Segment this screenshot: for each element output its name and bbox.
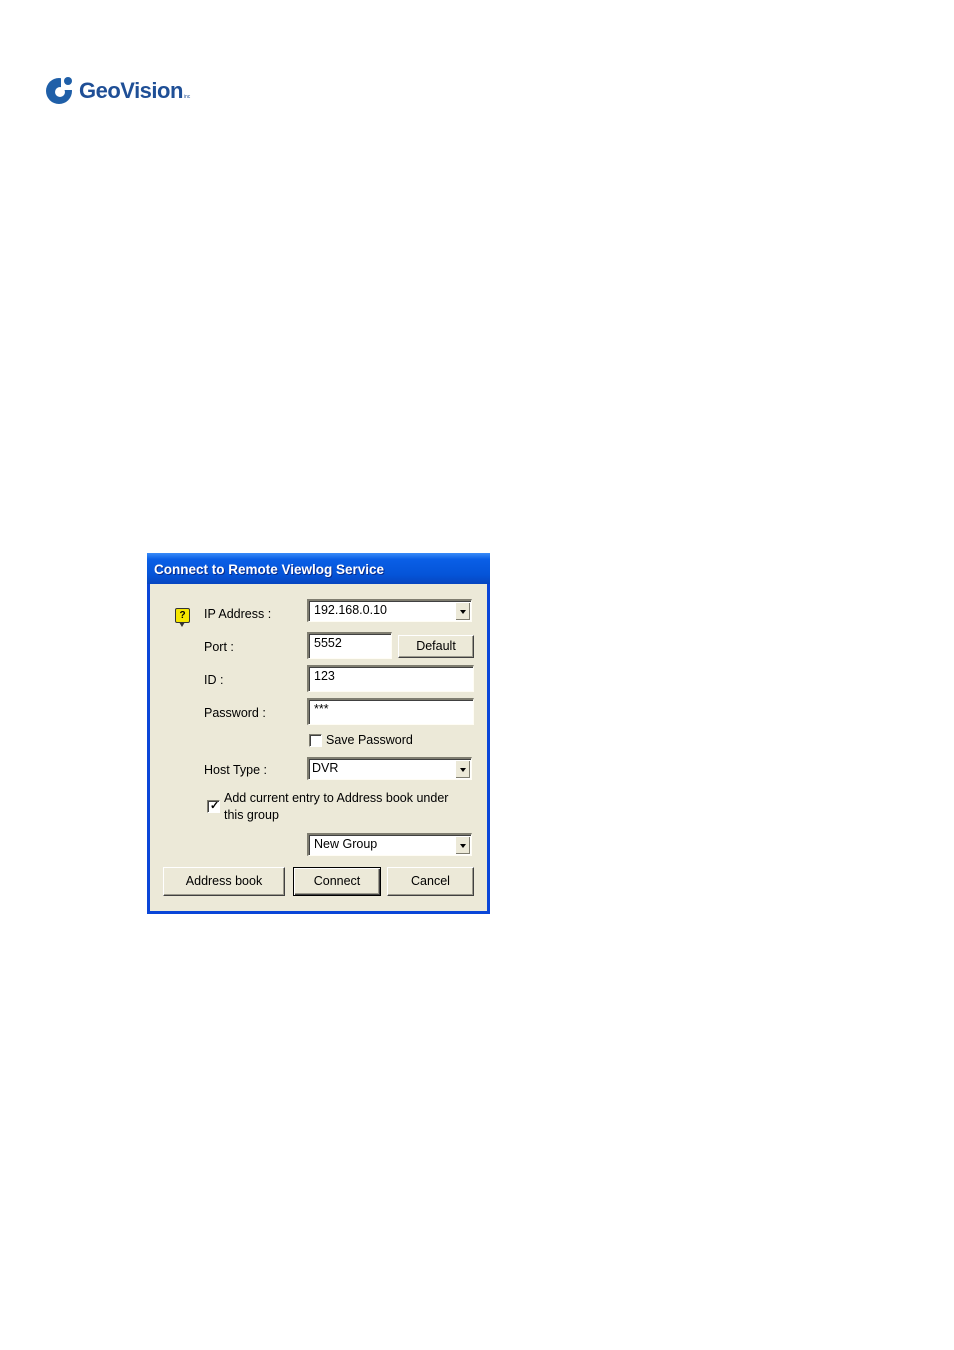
connect-button[interactable]: Connect: [293, 867, 381, 896]
port-value: 5552: [314, 636, 342, 650]
group-value: New Group: [314, 837, 378, 851]
address-book-button[interactable]: Address book: [163, 867, 285, 896]
password-label: Password :: [204, 706, 266, 720]
cancel-button[interactable]: Cancel: [387, 867, 474, 896]
dialog-title-bar[interactable]: Connect to Remote Viewlog Service: [147, 553, 490, 584]
brand-name: GeoVision: [79, 78, 183, 103]
host-type-label: Host Type :: [204, 763, 267, 777]
id-value: 123: [314, 669, 335, 683]
chevron-down-icon[interactable]: [455, 602, 470, 620]
geovision-logo: GeoVision inc: [46, 74, 190, 108]
add-entry-checkbox[interactable]: ✓: [207, 800, 220, 813]
id-field[interactable]: 123: [307, 665, 474, 692]
add-entry-label-line2: this group: [224, 808, 279, 822]
connect-dialog: Connect to Remote Viewlog Service ? IP A…: [147, 553, 490, 914]
help-icon[interactable]: ?: [175, 608, 190, 627]
password-field[interactable]: ***: [307, 698, 474, 725]
brand-trademark: inc: [183, 94, 191, 100]
add-entry-label-line1: Add current entry to Address book under: [224, 791, 449, 805]
default-button[interactable]: Default: [398, 635, 474, 658]
geovision-logo-icon: [46, 76, 76, 106]
chevron-down-icon[interactable]: [455, 836, 470, 854]
dialog-title: Connect to Remote Viewlog Service: [154, 562, 385, 577]
group-combo[interactable]: New Group: [307, 833, 472, 856]
host-type-combo[interactable]: DVR: [307, 757, 472, 780]
ip-address-combo[interactable]: 192.168.0.10: [307, 599, 472, 622]
chevron-down-icon[interactable]: [455, 760, 470, 778]
check-icon: ✓: [210, 800, 220, 812]
password-value: ***: [314, 702, 329, 716]
save-password-checkbox[interactable]: [309, 734, 322, 747]
port-field[interactable]: 5552: [307, 632, 392, 659]
id-label: ID :: [204, 673, 224, 687]
host-type-value: DVR: [312, 761, 339, 775]
ip-address-label: IP Address :: [204, 607, 272, 621]
port-label: Port :: [204, 640, 234, 654]
ip-address-value: 192.168.0.10: [314, 603, 387, 617]
save-password-label: Save Password: [326, 733, 413, 747]
